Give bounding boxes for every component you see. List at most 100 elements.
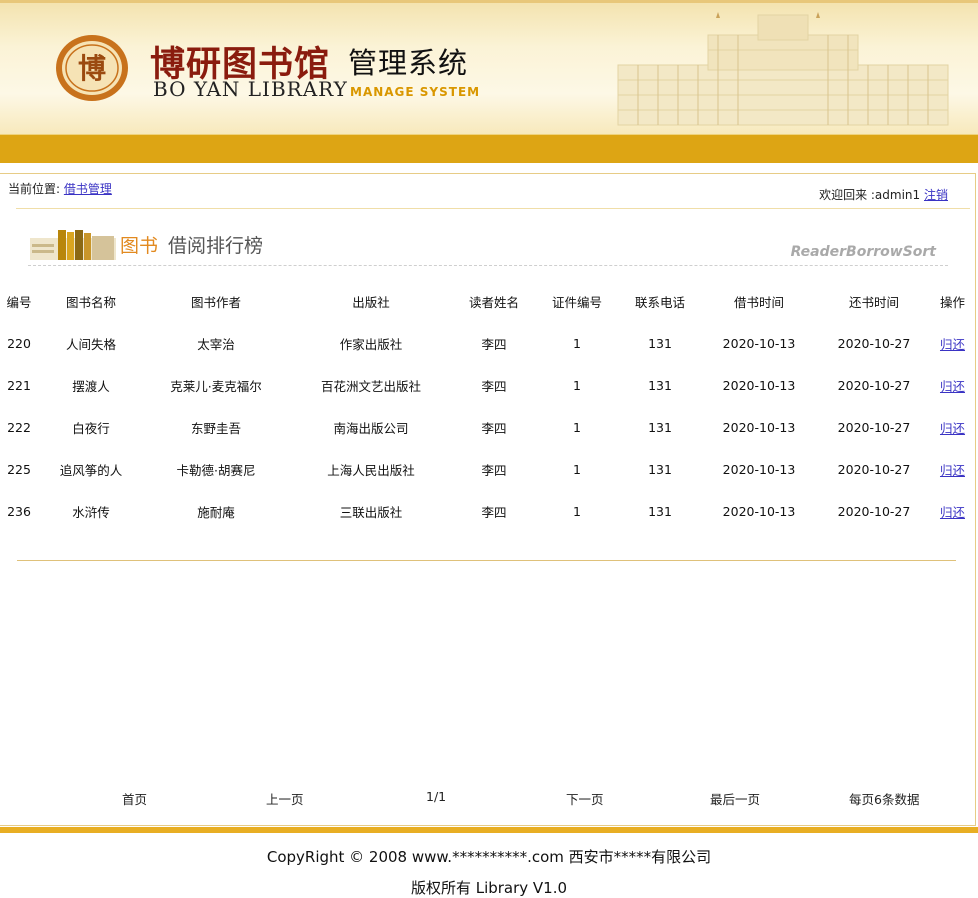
cell-book-name: 水浒传 [72, 504, 110, 520]
cell-borrow-date: 2020-10-13 [722, 503, 796, 519]
logo-title-en: BO YAN LIBRARY [153, 77, 348, 101]
section-title-en: ReaderBorrowSort [790, 244, 936, 260]
col-header-action: 操作 [939, 294, 965, 310]
header-top-line [0, 0, 978, 3]
pagination: 首页 上一页 1/1 下一页 最后一页 每页6条数据 [0, 789, 975, 809]
cell-id: 222 [7, 419, 31, 435]
cell-phone: 131 [648, 503, 672, 519]
welcome-text: 欢迎回来 :admin1 [819, 188, 921, 202]
cell-action: 归还 [930, 490, 975, 532]
breadcrumb-link-borrow-manage[interactable]: 借书管理 [64, 182, 112, 196]
logo-subtitle-cn: 管理系统 [348, 46, 469, 80]
cell-reader: 李四 [481, 504, 507, 520]
return-link[interactable]: 归还 [940, 421, 965, 436]
cell-action: 归还 [930, 322, 975, 364]
cell-reader: 李四 [481, 420, 507, 436]
pager-last[interactable]: 最后一页 [710, 789, 760, 808]
return-link[interactable]: 归还 [940, 505, 965, 520]
col-header-return-date: 还书时间 [848, 294, 899, 310]
cell-author: 卡勒德·胡赛尼 [176, 462, 256, 478]
return-link[interactable]: 归还 [940, 463, 965, 478]
cell-action: 归还 [930, 406, 975, 448]
cell-book-name: 摆渡人 [72, 378, 110, 394]
cell-author: 施耐庵 [197, 504, 235, 520]
cell-publisher: 三联出版社 [339, 504, 403, 520]
cell-publisher: 作家出版社 [339, 336, 403, 352]
cell-reader: 李四 [481, 462, 507, 478]
cell-reader: 李四 [481, 378, 507, 394]
footer-bar [0, 827, 978, 833]
cell-return-date: 2020-10-27 [837, 419, 911, 435]
col-header-publisher: 出版社 [352, 294, 390, 310]
divider-bottom [17, 560, 956, 561]
cell-publisher: 南海出版公司 [333, 420, 409, 436]
table-header-row: 编号 图书名称 图书作者 出版社 读者姓名 证件编号 联系电话 借书时间 还书时… [0, 280, 975, 322]
breadcrumb-label: 当前位置: [8, 182, 61, 196]
library-seal-icon: 博 [56, 35, 128, 101]
footer-version: 版权所有 Library V1.0 [410, 879, 568, 897]
borrow-table: 编号 图书名称 图书作者 出版社 读者姓名 证件编号 联系电话 借书时间 还书时… [0, 280, 975, 532]
cell-book-name: 追风筝的人 [59, 462, 123, 478]
col-header-reader: 读者姓名 [468, 294, 519, 310]
table-row: 236 水浒传 施耐庵 三联出版社 李四 1 131 2020-10-13 20… [0, 490, 975, 532]
pager-next[interactable]: 下一页 [566, 789, 604, 808]
table-row: 222 白夜行 东野圭吾 南海出版公司 李四 1 131 2020-10-13 … [0, 406, 975, 448]
cell-publisher: 上海人民出版社 [327, 462, 415, 478]
table-row: 221 摆渡人 克莱儿·麦克福尔 百花洲文艺出版社 李四 1 131 2020-… [0, 364, 975, 406]
pager-per-page: 每页6条数据 [849, 792, 920, 807]
section-divider [28, 264, 948, 266]
cell-phone: 131 [648, 461, 672, 477]
library-building-image [617, 12, 949, 126]
cell-publisher: 百花洲文艺出版社 [320, 378, 421, 394]
pager-first[interactable]: 首页 [122, 789, 147, 808]
cell-id: 221 [7, 377, 31, 393]
section-title-b: 借阅排行榜 [168, 235, 264, 257]
pager-page-indicator: 1/1 [426, 789, 447, 804]
seal-char: 博 [78, 52, 106, 85]
return-link[interactable]: 归还 [940, 379, 965, 394]
cell-return-date: 2020-10-27 [837, 377, 911, 393]
cell-author: 东野圭吾 [190, 420, 241, 436]
cell-book-name: 人间失格 [65, 336, 116, 352]
divider-top [16, 208, 970, 209]
logout-link[interactable]: 注销 [924, 188, 948, 202]
cell-phone: 131 [648, 377, 672, 393]
col-header-author: 图书作者 [190, 294, 241, 310]
cell-borrow-date: 2020-10-13 [722, 377, 796, 393]
return-link[interactable]: 归还 [940, 337, 965, 352]
cell-borrow-date: 2020-10-13 [722, 461, 796, 477]
cell-card-no: 1 [573, 461, 581, 477]
section-title-a: 图书 [120, 235, 159, 257]
breadcrumb: 当前位置: 借书管理 [8, 180, 112, 197]
table-row: 225 追风筝的人 卡勒德·胡赛尼 上海人民出版社 李四 1 131 2020-… [0, 448, 975, 490]
books-icon [30, 230, 116, 260]
nav-bar [0, 134, 978, 163]
cell-card-no: 1 [573, 419, 581, 435]
cell-id: 220 [7, 335, 31, 351]
col-header-id: 编号 [6, 294, 32, 310]
cell-borrow-date: 2020-10-13 [722, 335, 796, 351]
pager-prev[interactable]: 上一页 [266, 789, 304, 808]
footer-copyright: CopyRight © 2008 www.**********.com 西安市*… [266, 848, 712, 866]
cell-reader: 李四 [481, 336, 507, 352]
cell-card-no: 1 [573, 503, 581, 519]
logo-subtitle-en: MANAGE SYSTEM [350, 85, 481, 99]
cell-action: 归还 [930, 448, 975, 490]
cell-author: 太宰治 [197, 336, 235, 352]
col-header-card-no: 证件编号 [551, 294, 602, 310]
cell-borrow-date: 2020-10-13 [722, 419, 796, 435]
cell-id: 236 [7, 503, 31, 519]
cell-phone: 131 [648, 335, 672, 351]
col-header-borrow-date: 借书时间 [733, 294, 784, 310]
table-row: 220 人间失格 太宰治 作家出版社 李四 1 131 2020-10-13 2… [0, 322, 975, 364]
cell-card-no: 1 [573, 335, 581, 351]
header-banner: 博 博研图书馆 管理系统 BO YAN LIBRARY MANAGE SYSTE… [0, 0, 978, 134]
cell-return-date: 2020-10-27 [837, 335, 911, 351]
section-title: 图书 借阅排行榜 ReaderBorrowSort [28, 224, 948, 266]
cell-action: 归还 [930, 364, 975, 406]
cell-return-date: 2020-10-27 [837, 461, 911, 477]
cell-phone: 131 [648, 419, 672, 435]
cell-author: 克莱儿·麦克福尔 [170, 378, 262, 394]
welcome-area: 欢迎回来 :admin1 注销 [819, 186, 948, 203]
cell-book-name: 白夜行 [72, 420, 110, 436]
